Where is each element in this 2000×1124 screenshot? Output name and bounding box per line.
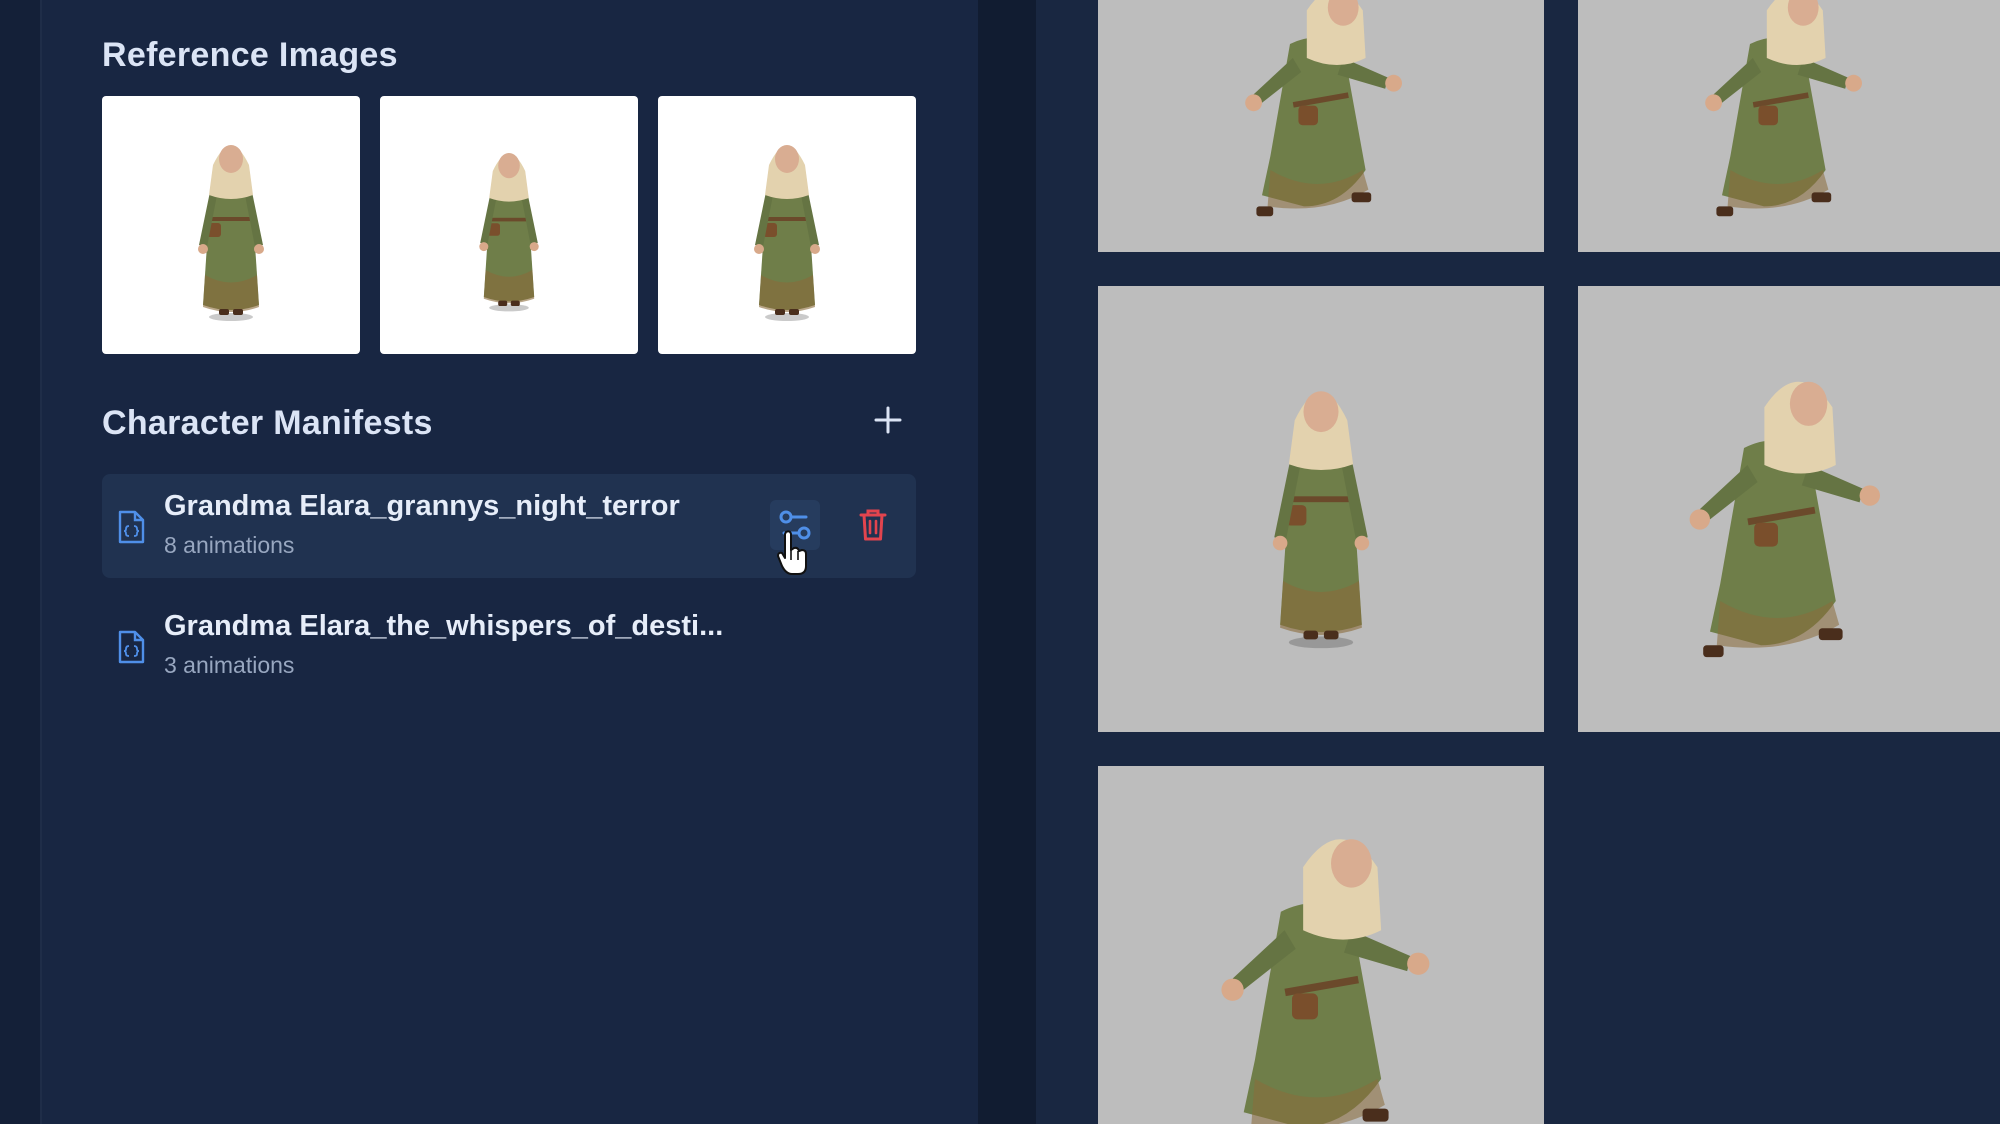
plus-icon <box>874 406 902 434</box>
frame-sprite-running <box>1689 381 1880 658</box>
frame-sprite-crouch-reach-side <box>1705 0 1862 217</box>
add-manifest-button[interactable] <box>870 402 906 438</box>
frame-sprite-crouch-reach <box>1245 0 1402 217</box>
app-rail <box>0 0 42 1124</box>
pointer-cursor-icon <box>777 530 807 575</box>
trash-icon <box>859 509 887 541</box>
character-side-sprite <box>479 153 539 312</box>
manifest-name: Grandma Elara_grannys_night_terror <box>164 490 680 522</box>
character-manifests-title: Character Manifests <box>102 404 433 442</box>
manifest-animation-count: 3 animations <box>164 652 295 678</box>
json-file-icon <box>118 630 145 664</box>
json-file-icon <box>118 510 145 544</box>
animation-frame-3[interactable] <box>1098 286 1544 732</box>
frame-sprite-lunge-reach <box>1221 839 1430 1124</box>
animation-frame-5[interactable] <box>1098 766 1544 1124</box>
manifest-item[interactable]: Grandma Elara_the_whispers_of_desti... 3… <box>102 594 916 698</box>
panel-divider <box>978 0 1036 1124</box>
manifest-animation-count: 8 animations <box>164 532 295 558</box>
character-front-sprite <box>198 145 264 321</box>
animation-frame-2[interactable] <box>1578 0 2000 252</box>
animation-frame-4[interactable] <box>1578 286 2000 732</box>
frame-sprite-standing-side <box>1272 391 1370 649</box>
manifest-name: Grandma Elara_the_whispers_of_desti... <box>164 610 724 642</box>
character-back-sprite <box>754 145 820 321</box>
delete-manifest-button[interactable] <box>848 500 898 550</box>
reference-image-side[interactable] <box>380 96 638 354</box>
reference-image-front[interactable] <box>102 96 360 354</box>
reference-image-back[interactable] <box>658 96 916 354</box>
animation-frame-1[interactable] <box>1098 0 1544 252</box>
reference-images-title: Reference Images <box>102 36 398 74</box>
